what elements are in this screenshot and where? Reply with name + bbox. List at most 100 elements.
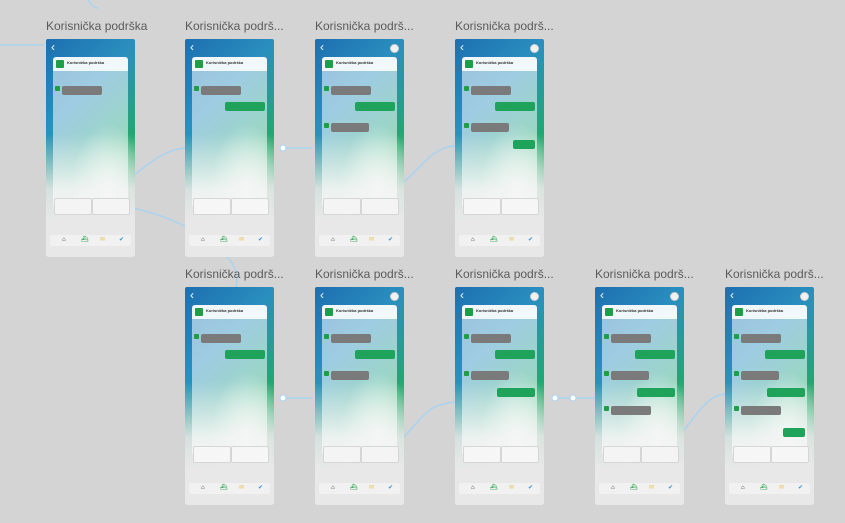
mail-icon[interactable]: ✉: [779, 485, 784, 492]
mail-icon[interactable]: ✉: [369, 237, 374, 244]
home-icon[interactable]: ⌂: [741, 485, 745, 492]
bot-message-bubble: [201, 334, 241, 343]
ship-icon[interactable]: ⛴: [350, 237, 358, 244]
frame-title[interactable]: Korisnička podrš...: [455, 19, 554, 33]
frame-screen: ‹ Korisnička podrška ⌂ ⛴ ✉ ✔: [185, 287, 274, 505]
bot-message-bubble: [611, 371, 649, 380]
bot-icon: [464, 371, 469, 376]
frame-title[interactable]: Korisnička podrš...: [725, 267, 824, 281]
frame-title[interactable]: Korisnička podrš...: [185, 267, 284, 281]
ship-icon[interactable]: ⛴: [490, 237, 498, 244]
check-icon[interactable]: ✔: [528, 237, 533, 244]
home-icon[interactable]: ⌂: [331, 237, 335, 244]
frame-title[interactable]: Korisnička podrš...: [185, 19, 284, 33]
ship-icon[interactable]: ⛴: [220, 485, 228, 492]
bot-icon: [55, 86, 60, 91]
quick-reply-option[interactable]: [361, 198, 399, 215]
avatar[interactable]: [390, 292, 399, 301]
check-icon[interactable]: ✔: [388, 485, 393, 492]
frame-title[interactable]: Korisnička podrš...: [595, 267, 694, 281]
frame-screen: ‹ Korisnička podrška ⌂ ⛴ ✉ ✔: [46, 39, 135, 257]
avatar[interactable]: [530, 292, 539, 301]
quick-reply-option[interactable]: [361, 446, 399, 463]
check-icon[interactable]: ✔: [388, 237, 393, 244]
home-icon[interactable]: ⌂: [471, 237, 475, 244]
frame-screen: ‹ Korisnička podrška ⌂ ⛴ ✉ ✔: [315, 287, 404, 505]
ship-icon[interactable]: ⛴: [220, 237, 228, 244]
bottom-nav: ⌂ ⛴ ✉ ✔: [189, 235, 270, 246]
mail-icon[interactable]: ✉: [369, 485, 374, 492]
check-icon[interactable]: ✔: [798, 485, 803, 492]
back-arrow-icon[interactable]: ‹: [51, 41, 55, 53]
back-arrow-icon[interactable]: ‹: [190, 289, 194, 301]
bot-message-bubble: [62, 86, 102, 95]
quick-reply-option[interactable]: [323, 198, 361, 215]
back-arrow-icon[interactable]: ‹: [460, 41, 464, 53]
ship-icon[interactable]: ⛴: [760, 485, 768, 492]
frame-title[interactable]: Korisnička podrš...: [455, 267, 554, 281]
back-arrow-icon[interactable]: ‹: [190, 41, 194, 53]
ship-icon[interactable]: ⛴: [81, 237, 89, 244]
mail-icon[interactable]: ✉: [649, 485, 654, 492]
chat-header: Korisnička podrška: [322, 305, 397, 319]
back-arrow-icon[interactable]: ‹: [600, 289, 604, 301]
check-icon[interactable]: ✔: [119, 237, 124, 244]
quick-reply-option[interactable]: [603, 446, 641, 463]
ship-icon[interactable]: ⛴: [350, 485, 358, 492]
frame-screen: ‹ Korisnička podrška ⌂ ⛴ ✉ ✔: [455, 39, 544, 257]
back-arrow-icon[interactable]: ‹: [730, 289, 734, 301]
quick-reply-option[interactable]: [193, 198, 231, 215]
check-icon[interactable]: ✔: [668, 485, 673, 492]
ship-icon[interactable]: ⛴: [630, 485, 638, 492]
user-message-bubble: [765, 350, 805, 359]
avatar[interactable]: [670, 292, 679, 301]
mail-icon[interactable]: ✉: [239, 485, 244, 492]
quick-reply-option[interactable]: [463, 198, 501, 215]
bot-icon: [324, 86, 329, 91]
quick-reply-option[interactable]: [323, 446, 361, 463]
chat-header: Korisnička podrška: [322, 57, 397, 71]
bot-icon: [604, 334, 609, 339]
quick-reply-option[interactable]: [463, 446, 501, 463]
support-icon: [325, 60, 333, 68]
chat-panel: [192, 57, 267, 207]
quick-reply-option[interactable]: [501, 198, 539, 215]
bottom-nav: ⌂ ⛴ ✉ ✔: [189, 483, 270, 494]
home-icon[interactable]: ⌂: [611, 485, 615, 492]
frame-title[interactable]: Korisnička podrška: [46, 19, 147, 33]
home-icon[interactable]: ⌂: [62, 237, 66, 244]
avatar[interactable]: [800, 292, 809, 301]
chat-header: Korisnička podrška: [53, 57, 128, 71]
quick-reply-option[interactable]: [641, 446, 679, 463]
home-icon[interactable]: ⌂: [471, 485, 475, 492]
mail-icon[interactable]: ✉: [509, 237, 514, 244]
frame-title[interactable]: Korisnička podrš...: [315, 267, 414, 281]
quick-reply-option[interactable]: [231, 446, 269, 463]
mail-icon[interactable]: ✉: [239, 237, 244, 244]
mail-icon[interactable]: ✉: [100, 237, 105, 244]
quick-reply-option[interactable]: [54, 198, 92, 215]
check-icon[interactable]: ✔: [258, 237, 263, 244]
ship-icon[interactable]: ⛴: [490, 485, 498, 492]
back-arrow-icon[interactable]: ‹: [460, 289, 464, 301]
bot-message-bubble: [741, 406, 781, 415]
check-icon[interactable]: ✔: [258, 485, 263, 492]
quick-reply-option[interactable]: [501, 446, 539, 463]
mail-icon[interactable]: ✉: [509, 485, 514, 492]
quick-reply-option[interactable]: [231, 198, 269, 215]
home-icon[interactable]: ⌂: [331, 485, 335, 492]
back-arrow-icon[interactable]: ‹: [320, 41, 324, 53]
frame-title[interactable]: Korisnička podrš...: [315, 19, 414, 33]
bot-icon: [604, 371, 609, 376]
back-arrow-icon[interactable]: ‹: [320, 289, 324, 301]
check-icon[interactable]: ✔: [528, 485, 533, 492]
home-icon[interactable]: ⌂: [201, 237, 205, 244]
quick-reply-option[interactable]: [92, 198, 130, 215]
user-message-bubble: [783, 428, 805, 437]
quick-reply-option[interactable]: [193, 446, 231, 463]
quick-reply-option[interactable]: [771, 446, 809, 463]
avatar[interactable]: [530, 44, 539, 53]
avatar[interactable]: [390, 44, 399, 53]
home-icon[interactable]: ⌂: [201, 485, 205, 492]
quick-reply-option[interactable]: [733, 446, 771, 463]
